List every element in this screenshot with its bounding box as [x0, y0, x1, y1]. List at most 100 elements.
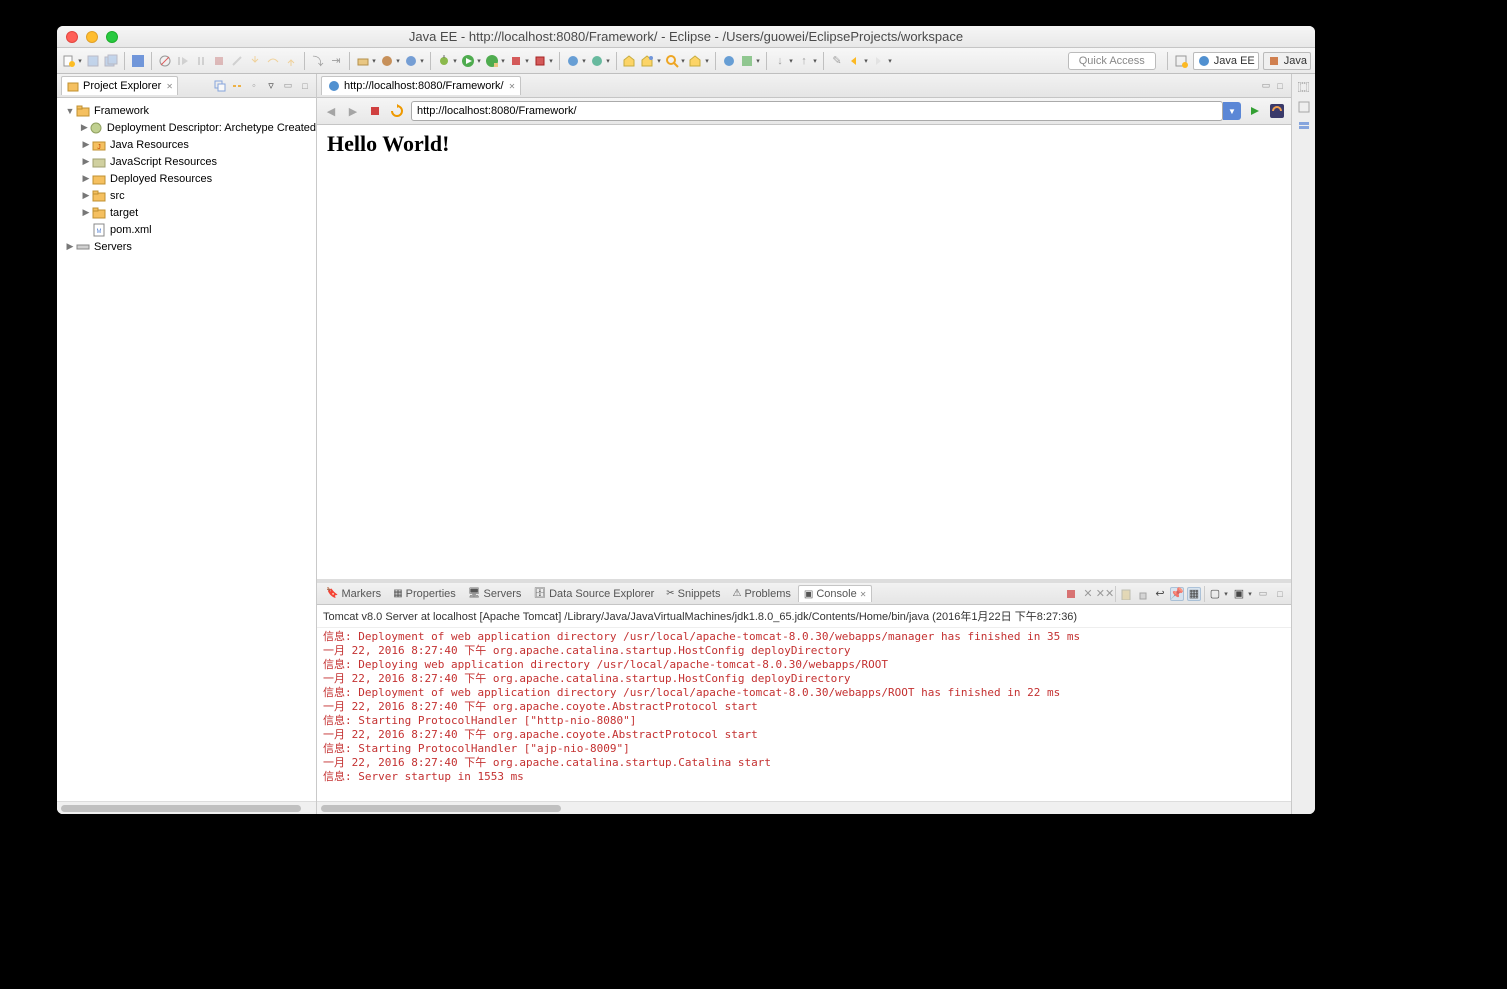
new-ejb-dropdown[interactable] [395, 53, 401, 69]
focus-task-icon[interactable]: ◦ [247, 79, 261, 93]
browser-go-icon[interactable] [1247, 103, 1263, 119]
open-resource-icon[interactable] [688, 53, 704, 69]
new-jpa-icon[interactable] [565, 53, 581, 69]
bottom-tab-console[interactable]: ▣Console [798, 585, 873, 602]
tree-item[interactable]: Mpom.xml [57, 221, 316, 238]
run-dropdown[interactable] [476, 53, 482, 69]
new-icon[interactable] [61, 53, 77, 69]
console-remove-icon[interactable]: ✕ [1081, 587, 1095, 601]
new-server-dropdown[interactable] [371, 53, 377, 69]
run-icon[interactable] [460, 53, 476, 69]
minimize-window-button[interactable] [86, 31, 98, 43]
bottom-tab-servers[interactable]: 🖥Servers [463, 586, 527, 602]
tasklist-icon[interactable] [1297, 120, 1311, 134]
address-dropdown[interactable]: ▼ [1223, 102, 1241, 120]
console-open-icon[interactable]: ▢ [1208, 587, 1222, 601]
forward-icon[interactable] [871, 53, 887, 69]
disconnect-icon[interactable] [229, 53, 245, 69]
console-remove-all-icon[interactable]: ✕✕ [1098, 587, 1112, 601]
close-tab-icon[interactable] [507, 80, 516, 92]
link-editor-icon[interactable] [230, 79, 244, 93]
resume-icon[interactable] [175, 53, 191, 69]
perspective-java[interactable]: Java [1263, 52, 1311, 70]
browser-tab[interactable]: http://localhost:8080/Framework/ [321, 76, 521, 95]
close-window-button[interactable] [66, 31, 78, 43]
tree-item[interactable]: ▼Framework [57, 102, 316, 119]
tree-item[interactable]: ▶src [57, 187, 316, 204]
browser-refresh-icon[interactable] [389, 103, 405, 119]
terminate-icon[interactable] [211, 53, 227, 69]
new-jpa-dropdown[interactable] [581, 53, 587, 69]
step-into-icon[interactable] [247, 53, 263, 69]
tree-item[interactable]: ▶JavaScript Resources [57, 153, 316, 170]
browser-forward-icon[interactable]: ▶ [345, 103, 361, 119]
back-dropdown[interactable] [863, 53, 869, 69]
prev-annotation-icon[interactable]: ↑ [796, 53, 812, 69]
profile-dropdown[interactable] [524, 53, 530, 69]
debug-icon[interactable] [436, 53, 452, 69]
run-server-dropdown[interactable] [500, 53, 506, 69]
search-icon[interactable] [664, 53, 680, 69]
toggle-breadcrumb-icon[interactable] [130, 53, 146, 69]
minimize-view-icon[interactable] [281, 79, 295, 93]
skip-breakpoints-icon[interactable] [157, 53, 173, 69]
new-ws-dropdown[interactable] [605, 53, 611, 69]
browser-favorite-icon[interactable] [1269, 103, 1285, 119]
minimize-console-icon[interactable] [1256, 587, 1270, 601]
outline-icon[interactable] [1297, 100, 1311, 114]
tree-item[interactable]: ▶Deployment Descriptor: Archetype Create… [57, 119, 316, 136]
tree-item[interactable]: ▶JJava Resources [57, 136, 316, 153]
view-menu-icon[interactable]: ▿ [264, 79, 278, 93]
console-terminate-icon[interactable] [1064, 587, 1078, 601]
new-web-dropdown[interactable] [419, 53, 425, 69]
step-over-icon[interactable] [265, 53, 281, 69]
save-icon[interactable] [85, 53, 101, 69]
console-open-dropdown[interactable] [1223, 586, 1229, 602]
address-bar[interactable] [411, 101, 1223, 121]
project-explorer-tab[interactable]: Project Explorer [61, 76, 178, 95]
ext-tools-dropdown[interactable] [548, 53, 554, 69]
save-all-icon[interactable] [103, 53, 119, 69]
console-wrap-icon[interactable]: ↩ [1153, 587, 1167, 601]
step-return-icon[interactable] [283, 53, 299, 69]
open-task-dropdown[interactable] [656, 53, 662, 69]
next-annotation-dropdown[interactable] [788, 53, 794, 69]
new-ejb-icon[interactable] [379, 53, 395, 69]
restore-icon[interactable]: ⿴ [1297, 80, 1311, 94]
console-scroll-lock-icon[interactable] [1136, 587, 1150, 601]
open-resource-dropdown[interactable] [704, 53, 710, 69]
search-dropdown[interactable] [680, 53, 686, 69]
web-browser-icon[interactable] [721, 53, 737, 69]
close-tab-icon[interactable] [164, 80, 173, 92]
console-clear-icon[interactable] [1119, 587, 1133, 601]
new-server-icon[interactable] [355, 53, 371, 69]
ext-tools-icon[interactable] [532, 53, 548, 69]
browser-back-icon[interactable]: ◀ [323, 103, 339, 119]
console-pin-icon[interactable]: 📌 [1170, 587, 1184, 601]
browser-viewport[interactable]: Hello World! [317, 125, 1291, 579]
tree-item[interactable]: ▶Deployed Resources [57, 170, 316, 187]
open-perspective-icon[interactable] [1173, 53, 1189, 69]
maximize-editor-icon[interactable] [1273, 79, 1287, 93]
perspective-javaee[interactable]: Java EE [1193, 52, 1259, 70]
back-icon[interactable] [847, 53, 863, 69]
horizontal-scrollbar[interactable] [317, 801, 1291, 814]
profile-icon[interactable] [508, 53, 524, 69]
jsp-icon[interactable] [739, 53, 755, 69]
console-display-dropdown[interactable] [1247, 586, 1253, 602]
maximize-view-icon[interactable] [298, 79, 312, 93]
horizontal-scrollbar[interactable] [57, 801, 316, 814]
last-edit-icon[interactable]: ✎ [829, 53, 845, 69]
suspend-icon[interactable] [193, 53, 209, 69]
console-display-icon[interactable]: ▣ [1232, 587, 1246, 601]
maximize-console-icon[interactable] [1273, 587, 1287, 601]
zoom-window-button[interactable] [106, 31, 118, 43]
forward-dropdown[interactable] [887, 53, 893, 69]
jsp-dropdown[interactable] [755, 53, 761, 69]
console-output[interactable]: 信息: Deployment of web application direct… [317, 628, 1291, 801]
drop-to-frame-icon[interactable]: ⤵ [310, 53, 326, 69]
debug-dropdown[interactable] [452, 53, 458, 69]
prev-annotation-dropdown[interactable] [812, 53, 818, 69]
bottom-tab-problems[interactable]: ⚠Problems [727, 586, 795, 602]
quick-access-field[interactable]: Quick Access [1068, 52, 1156, 70]
